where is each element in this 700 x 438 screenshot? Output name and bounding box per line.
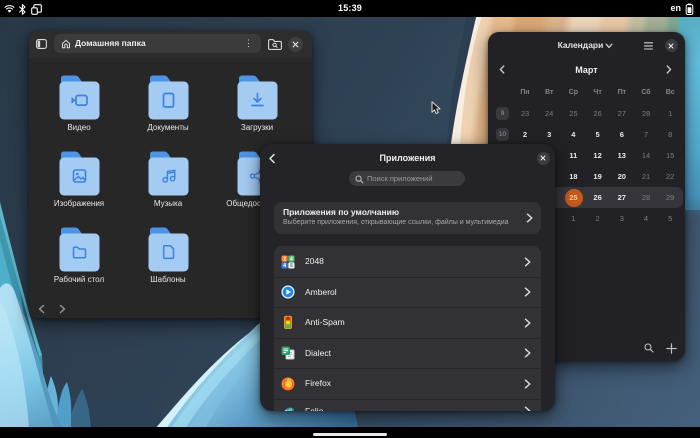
svg-text:8: 8 xyxy=(290,263,293,269)
svg-text:4: 4 xyxy=(290,256,293,262)
svg-text:4: 4 xyxy=(283,263,286,269)
svg-text:2: 2 xyxy=(283,256,286,262)
